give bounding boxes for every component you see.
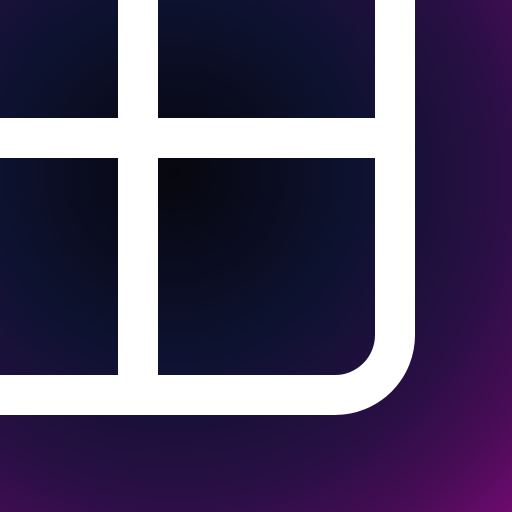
grid-layout-icon — [0, 0, 415, 415]
app-icon-canvas — [0, 0, 512, 512]
grid-frame-outline — [0, 0, 415, 415]
